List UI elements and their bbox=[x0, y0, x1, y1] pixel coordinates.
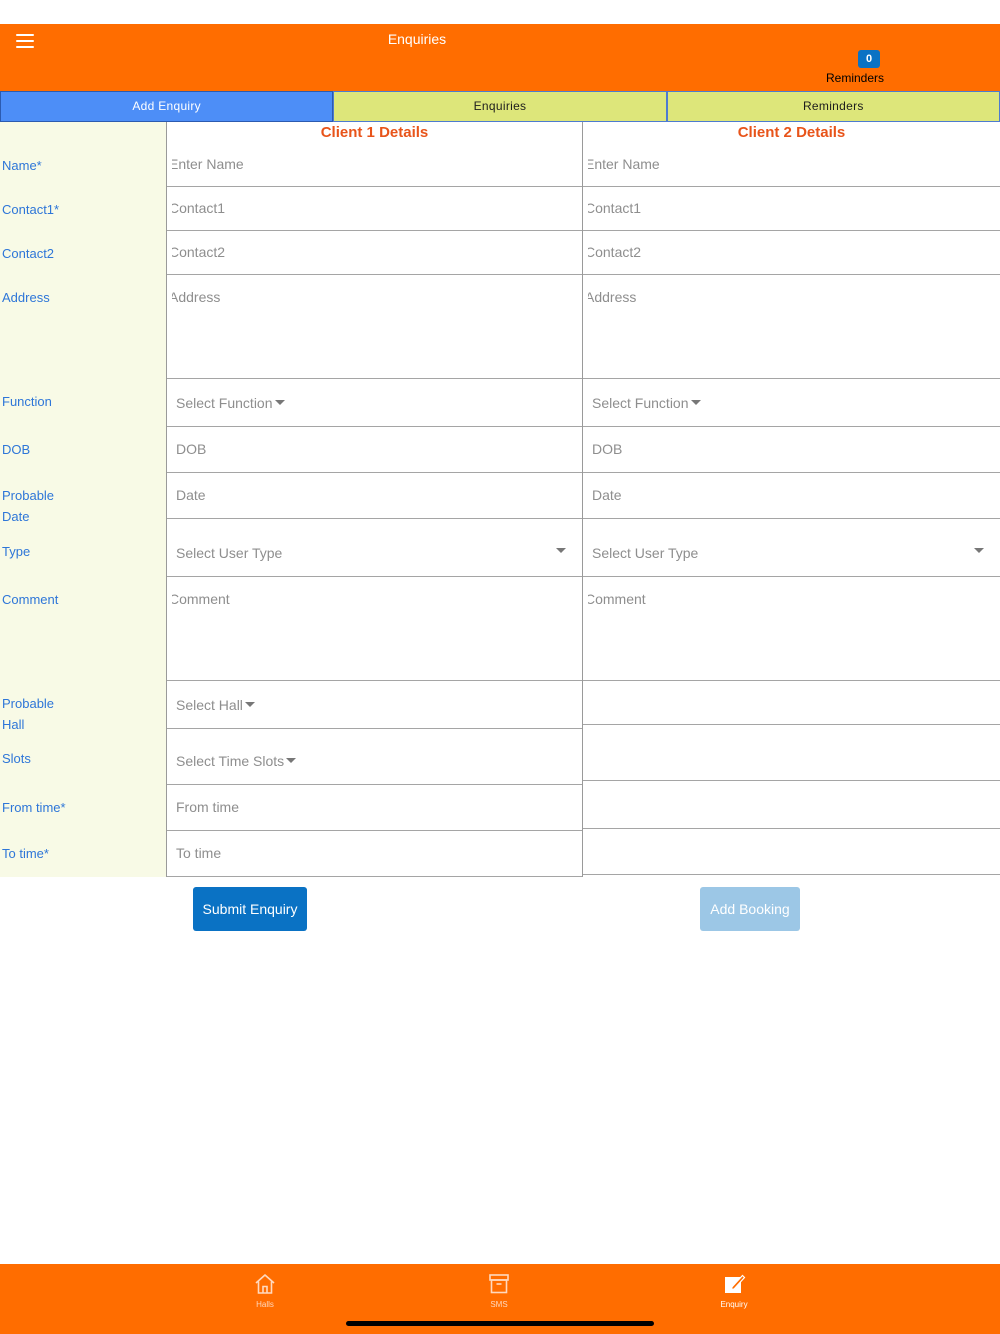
nav-sms[interactable]: SMS bbox=[459, 1272, 539, 1309]
client1-title: Client 1 Details bbox=[320, 124, 429, 141]
slots-label: Slots bbox=[2, 751, 31, 766]
nav-enquiry-label: Enquiry bbox=[720, 1300, 748, 1309]
client2-comment-textarea[interactable]: Comment bbox=[588, 591, 988, 607]
address-label: Address bbox=[2, 290, 50, 305]
client2-function-value: Select Function bbox=[592, 395, 689, 411]
dropdown-caret-icon bbox=[690, 400, 701, 406]
client1-hall-value: Select Hall bbox=[176, 697, 243, 713]
probable-hall-label: Probable bbox=[2, 696, 55, 711]
client2-function-select[interactable]: Select Function bbox=[592, 395, 701, 411]
client1-address-textarea[interactable]: Address bbox=[172, 289, 572, 305]
probable-hall-label-line2: Hall bbox=[2, 717, 25, 732]
top-app-bar: Enquiries 0 Reminders bbox=[0, 24, 1000, 91]
home-indicator bbox=[346, 1321, 654, 1326]
tab-reminders[interactable]: Reminders bbox=[666, 91, 1000, 122]
client1-comment-textarea[interactable]: Comment bbox=[172, 591, 572, 607]
tab-enquiries[interactable]: Enquiries bbox=[333, 91, 667, 122]
probable-date-label-line2: Date bbox=[2, 509, 30, 524]
client1-slots-value: Select Time Slots bbox=[176, 753, 285, 769]
client1-hall-select[interactable]: Select Hall bbox=[176, 697, 255, 713]
client2-date-input[interactable]: Date bbox=[592, 487, 622, 503]
dropdown-caret-icon bbox=[274, 400, 285, 406]
type-label: Type bbox=[2, 544, 31, 559]
add-booking-button[interactable]: Add Booking bbox=[700, 887, 800, 931]
probable-date-label: Probable bbox=[2, 488, 55, 503]
client2-contact1-input[interactable]: Contact1 bbox=[588, 200, 988, 216]
client1-type-select[interactable]: Select User Type bbox=[176, 545, 282, 561]
contact1-label: Contact1* bbox=[2, 202, 60, 217]
client2-type-select[interactable]: Select User Type bbox=[592, 545, 698, 561]
dropdown-caret-icon bbox=[556, 548, 566, 553]
contact2-label: Contact2 bbox=[2, 246, 55, 261]
edit-icon bbox=[725, 1274, 746, 1293]
home-icon bbox=[255, 1274, 275, 1294]
client1-dob-input[interactable]: DOB bbox=[176, 441, 206, 457]
nav-halls[interactable]: Halls bbox=[225, 1272, 305, 1309]
client2-details-column: Client 2 Details Enter Name Contact1 Con… bbox=[583, 122, 1000, 877]
dropdown-caret-icon bbox=[286, 758, 297, 764]
client2-title: Client 2 Details bbox=[737, 124, 846, 141]
client2-address-textarea[interactable]: Address bbox=[588, 289, 988, 305]
client1-name-input[interactable]: Enter Name bbox=[172, 156, 572, 172]
from-time-label: From time* bbox=[2, 800, 66, 815]
tab-bar: Add Enquiry Enquiries Reminders bbox=[0, 91, 1000, 122]
to-time-label: To time* bbox=[2, 846, 49, 861]
field-labels-column: Name* Contact1* Contact2 Address Functio… bbox=[0, 122, 166, 877]
client1-function-select[interactable]: Select Function bbox=[176, 395, 285, 411]
nav-enquiry[interactable]: Enquiry bbox=[694, 1272, 774, 1309]
client1-slots-select[interactable]: Select Time Slots bbox=[176, 753, 297, 769]
client2-contact2-input[interactable]: Contact2 bbox=[588, 244, 988, 260]
reminder-count-badge[interactable]: 0 bbox=[858, 50, 880, 68]
reminders-label[interactable]: Reminders bbox=[810, 71, 900, 85]
nav-halls-label: Halls bbox=[256, 1300, 274, 1309]
nav-sms-label: SMS bbox=[490, 1300, 508, 1309]
function-label: Function bbox=[2, 394, 52, 409]
client1-date-input[interactable]: Date bbox=[176, 487, 206, 503]
client1-to-time-input[interactable]: To time bbox=[176, 845, 221, 861]
client2-dob-input[interactable]: DOB bbox=[592, 441, 622, 457]
client1-function-value: Select Function bbox=[176, 395, 273, 411]
archive-icon bbox=[489, 1274, 509, 1294]
page-title: Enquiries bbox=[387, 31, 447, 47]
comment-label: Comment bbox=[2, 592, 59, 607]
client1-details-column: Client 1 Details Enter Name Contact1 Con… bbox=[166, 122, 583, 877]
dob-label: DOB bbox=[2, 442, 31, 457]
client1-from-time-input[interactable]: From time bbox=[176, 799, 239, 815]
tab-add-enquiry[interactable]: Add Enquiry bbox=[0, 91, 334, 122]
client1-contact1-input[interactable]: Contact1 bbox=[172, 200, 572, 216]
client1-contact2-input[interactable]: Contact2 bbox=[172, 244, 572, 260]
dropdown-caret-icon bbox=[974, 548, 984, 553]
submit-enquiry-button[interactable]: Submit Enquiry bbox=[193, 887, 307, 931]
client2-name-input[interactable]: Enter Name bbox=[588, 156, 988, 172]
dropdown-caret-icon bbox=[244, 702, 255, 708]
name-label: Name* bbox=[2, 158, 42, 173]
